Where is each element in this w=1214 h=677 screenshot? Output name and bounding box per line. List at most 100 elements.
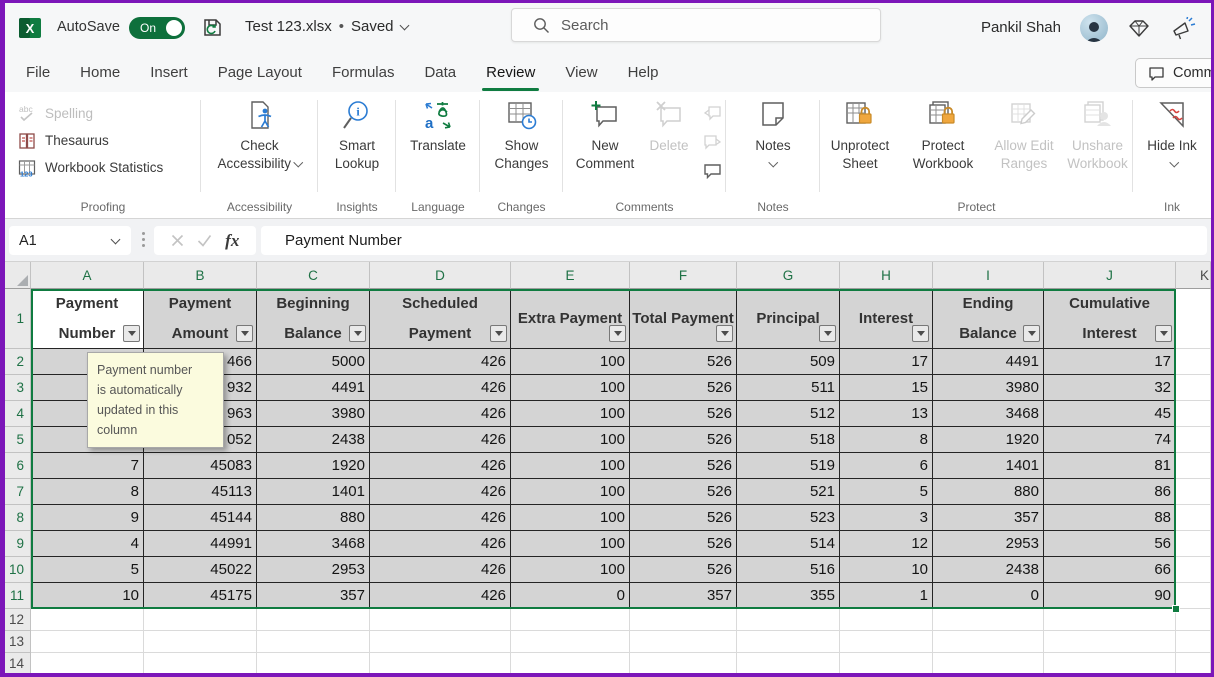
previous-comment-button[interactable] [701, 101, 723, 123]
row-header-9[interactable]: 9 [5, 531, 31, 557]
cell[interactable]: 2438 [933, 557, 1044, 583]
cell[interactable]: 880 [257, 505, 370, 531]
translate-button[interactable]: a Translate [400, 92, 476, 155]
cell[interactable]: 357 [933, 505, 1044, 531]
column-header-J[interactable]: J [1044, 262, 1176, 289]
cell[interactable]: 5000 [257, 349, 370, 375]
cell[interactable]: 4491 [933, 349, 1044, 375]
cell[interactable]: 8 [840, 427, 933, 453]
cell[interactable]: 45 [1044, 401, 1176, 427]
tab-view[interactable]: View [550, 52, 612, 92]
cell[interactable] [737, 609, 840, 631]
cell[interactable]: 6 [840, 453, 933, 479]
cell[interactable]: 426 [370, 453, 511, 479]
column-header-K[interactable]: K [1176, 262, 1211, 289]
new-comment-button[interactable]: New Comment [569, 92, 641, 173]
cell[interactable]: 1401 [257, 479, 370, 505]
row-header-2[interactable]: 2 [5, 349, 31, 375]
cell[interactable] [511, 609, 630, 631]
cell[interactable]: 5 [840, 479, 933, 505]
unprotect-sheet-button[interactable]: Unprotect Sheet [820, 92, 900, 173]
tab-help[interactable]: Help [613, 52, 674, 92]
cell[interactable] [257, 631, 370, 653]
header-cell[interactable]: Interest [840, 289, 933, 349]
column-header-B[interactable]: B [144, 262, 257, 289]
next-comment-button[interactable] [701, 130, 723, 152]
cell[interactable] [1176, 631, 1211, 653]
name-box[interactable]: A1 [9, 226, 131, 255]
feedback-megaphone-icon[interactable] [1170, 15, 1196, 41]
hide-ink-button[interactable]: Hide Ink [1146, 92, 1198, 173]
cell[interactable]: 519 [737, 453, 840, 479]
cell[interactable]: 523 [737, 505, 840, 531]
cell[interactable]: 357 [630, 583, 737, 609]
cell[interactable]: 3980 [933, 375, 1044, 401]
cell[interactable]: 3 [840, 505, 933, 531]
cell[interactable] [840, 653, 933, 673]
cell[interactable] [1176, 531, 1211, 557]
spelling-button[interactable]: abc Spelling [5, 100, 201, 127]
cell[interactable]: 521 [737, 479, 840, 505]
row-header-13[interactable]: 13 [5, 631, 31, 653]
unshare-workbook-button[interactable]: Unshare Workbook [1062, 92, 1133, 173]
cell[interactable]: 355 [737, 583, 840, 609]
cell[interactable]: 100 [511, 453, 630, 479]
cell[interactable] [511, 653, 630, 673]
cell[interactable]: 526 [630, 401, 737, 427]
tab-insert[interactable]: Insert [135, 52, 203, 92]
cell[interactable]: 45083 [144, 453, 257, 479]
cell[interactable]: 526 [630, 453, 737, 479]
cell[interactable]: 1920 [257, 453, 370, 479]
cell[interactable] [840, 631, 933, 653]
protect-workbook-button[interactable]: Protect Workbook [900, 92, 986, 173]
row-header-12[interactable]: 12 [5, 609, 31, 631]
cell[interactable]: 516 [737, 557, 840, 583]
cell[interactable]: 511 [737, 375, 840, 401]
column-header-C[interactable]: C [257, 262, 370, 289]
row-header-7[interactable]: 7 [5, 479, 31, 505]
column-header-H[interactable]: H [840, 262, 933, 289]
smart-lookup-button[interactable]: i Smart Lookup [322, 92, 392, 173]
cell[interactable] [31, 653, 144, 673]
cell[interactable]: 514 [737, 531, 840, 557]
cell[interactable]: 426 [370, 349, 511, 375]
filter-button[interactable] [490, 325, 507, 342]
cell[interactable]: 880 [933, 479, 1044, 505]
cell[interactable]: 509 [737, 349, 840, 375]
show-changes-button[interactable]: Show Changes [485, 92, 559, 173]
cell[interactable] [933, 609, 1044, 631]
cell[interactable] [370, 653, 511, 673]
premium-diamond-icon[interactable] [1127, 16, 1151, 40]
cell[interactable]: 17 [840, 349, 933, 375]
header-cell[interactable]: Principal [737, 289, 840, 349]
insert-function-icon[interactable]: fx [225, 231, 239, 251]
cell[interactable] [1176, 427, 1211, 453]
cell[interactable]: 1 [840, 583, 933, 609]
tab-home[interactable]: Home [65, 52, 135, 92]
cell[interactable]: 526 [630, 349, 737, 375]
row-header-10[interactable]: 10 [5, 557, 31, 583]
cell[interactable]: 3468 [257, 531, 370, 557]
cell[interactable] [370, 609, 511, 631]
row-header-1[interactable]: 1 [5, 289, 31, 349]
row-header-4[interactable]: 4 [5, 401, 31, 427]
cell[interactable] [31, 609, 144, 631]
cell[interactable]: 56 [1044, 531, 1176, 557]
cell[interactable]: 0 [933, 583, 1044, 609]
filter-button[interactable] [912, 325, 929, 342]
cell[interactable]: 2953 [933, 531, 1044, 557]
cell[interactable]: 426 [370, 427, 511, 453]
cell[interactable]: 426 [370, 375, 511, 401]
check-accessibility-button[interactable]: Check Accessibility [208, 92, 312, 173]
row-header-6[interactable]: 6 [5, 453, 31, 479]
user-name[interactable]: Pankil Shah [981, 19, 1061, 36]
cell[interactable] [630, 653, 737, 673]
cell[interactable] [1176, 401, 1211, 427]
cell[interactable]: 12 [840, 531, 933, 557]
cell[interactable]: 357 [257, 583, 370, 609]
cell[interactable]: 426 [370, 531, 511, 557]
cell[interactable]: 5 [31, 557, 144, 583]
header-cell[interactable]: Ending Balance [933, 289, 1044, 349]
allow-edit-ranges-button[interactable]: Allow Edit Ranges [986, 92, 1062, 173]
cell[interactable] [1176, 583, 1211, 609]
